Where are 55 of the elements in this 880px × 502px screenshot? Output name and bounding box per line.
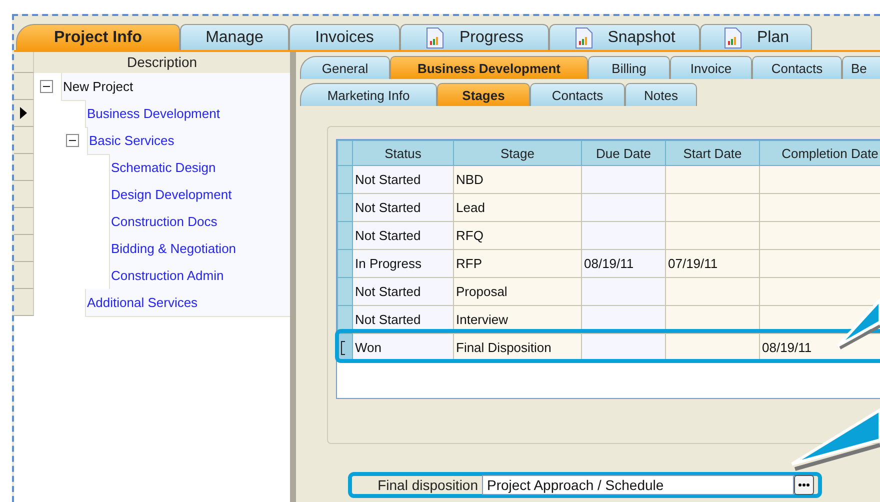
report-icon — [425, 26, 446, 48]
input-field[interactable]: Project Approach / Schedule — [482, 475, 794, 495]
column-header[interactable]: Start Date — [666, 140, 760, 166]
tab[interactable]: Invoice — [670, 56, 752, 79]
tree-item[interactable]: Additional Services — [85, 288, 290, 316]
tab[interactable]: Contacts — [530, 83, 625, 106]
table-cell: RFP — [454, 250, 582, 278]
column-header[interactable]: Stage — [454, 140, 582, 166]
row-header[interactable] — [14, 100, 34, 127]
column-header[interactable]: Completion Date — [760, 140, 880, 166]
table-cell: Not Started — [352, 194, 454, 222]
table-cell: Lead — [454, 194, 582, 222]
callout-pointer — [836, 296, 880, 350]
tab[interactable]: Notes — [625, 83, 697, 106]
collapse-icon[interactable] — [40, 80, 53, 93]
browse-button[interactable] — [794, 475, 814, 495]
tree-item[interactable]: Construction Admin — [109, 262, 290, 290]
table-cell: RFQ — [454, 222, 582, 250]
report-icon — [722, 26, 743, 48]
tab[interactable]: Marketing Info — [300, 83, 437, 106]
main-tab[interactable]: Snapshot — [549, 24, 700, 50]
table-cell: Not Started — [352, 166, 454, 194]
tree-item[interactable]: Basic Services — [87, 126, 290, 154]
tab[interactable]: Business Development — [390, 56, 588, 79]
tab[interactable]: Be — [842, 56, 880, 79]
table-cell: Proposal — [454, 278, 582, 306]
main-tab[interactable]: Invoices — [289, 24, 400, 50]
column-header[interactable]: Due Date — [582, 140, 666, 166]
table-cell: Not Started — [352, 278, 454, 306]
tab[interactable]: Billing — [588, 56, 670, 79]
main-tab[interactable]: Project Info — [16, 24, 180, 50]
main-tab[interactable]: Manage — [180, 24, 289, 50]
row-edit-icon — [341, 340, 345, 354]
tree-item[interactable]: Construction Docs — [109, 208, 290, 236]
collapse-icon[interactable] — [66, 134, 79, 147]
table-cell: 08/19/11 — [582, 250, 666, 278]
table-cell: In Progress — [352, 250, 454, 278]
tree-item[interactable]: New Project — [61, 72, 290, 100]
current-row-icon — [20, 107, 27, 119]
report-icon — [574, 26, 594, 48]
ellipsis-icon — [798, 483, 810, 487]
table-cell: Not Started — [352, 222, 454, 250]
column-header: Description — [126, 53, 198, 72]
tab[interactable]: Stages — [437, 83, 530, 106]
tree-item[interactable]: Bidding & Negotiation — [109, 234, 290, 262]
table-cell: NBD — [454, 166, 582, 194]
tab[interactable]: Contacts — [752, 56, 842, 79]
table-cell: 07/19/11 — [666, 250, 760, 278]
main-tab[interactable]: Progress — [400, 24, 549, 50]
column-header[interactable]: Status — [352, 140, 454, 166]
tree-item[interactable]: Schematic Design — [109, 154, 290, 182]
tree-item[interactable]: Design Development — [109, 180, 290, 208]
tree-item[interactable]: Business Development — [85, 100, 290, 128]
main-tab[interactable]: Plan — [700, 24, 812, 50]
tab[interactable]: General — [300, 56, 390, 79]
